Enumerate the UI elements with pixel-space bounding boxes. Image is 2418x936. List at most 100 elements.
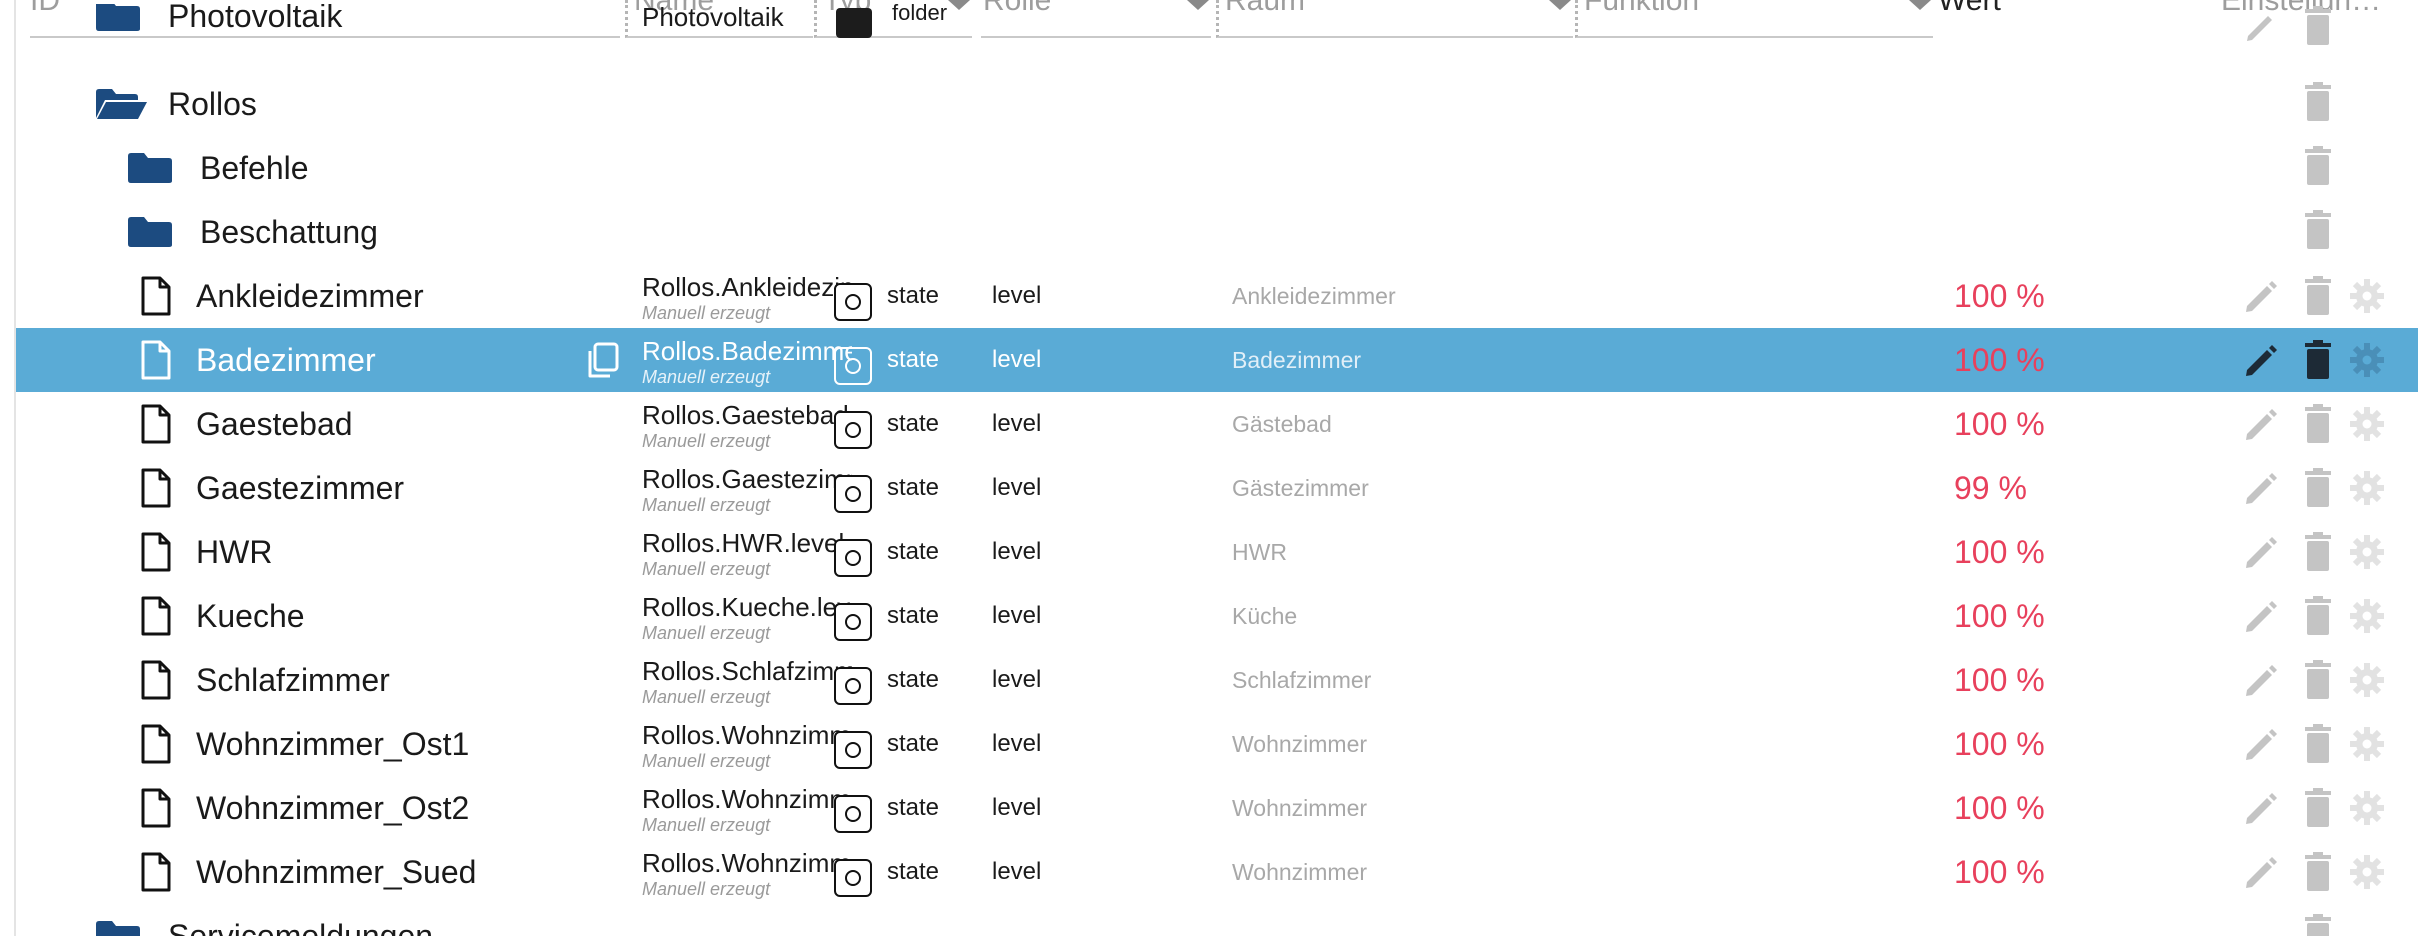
edit-icon[interactable] [2242, 342, 2280, 380]
object-value[interactable]: 100 % [1954, 840, 2045, 904]
tree-label: Beschattung [200, 214, 378, 250]
state-row[interactable]: Ankleidezimmer Rollos.Ankleidezimmer.lev… [16, 264, 2418, 328]
object-name-cell: Rollos.Ankleidezimmer.level Manuell erze… [642, 264, 852, 328]
edit-icon[interactable] [2242, 598, 2280, 636]
edit-icon[interactable] [2242, 278, 2280, 316]
object-value[interactable]: 99 % [1954, 456, 2027, 520]
object-role: level [992, 282, 1042, 309]
tree-row-rollos[interactable]: Rollos [16, 72, 2418, 136]
edit-icon[interactable] [2242, 406, 2280, 444]
state-row[interactable]: Wohnzimmer_Sued Rollos.Wohnzimmer_Sued.l… [16, 840, 2418, 904]
object-value[interactable]: 100 % [1954, 264, 2045, 328]
edit-icon[interactable] [2242, 726, 2280, 764]
object-value[interactable]: 100 % [1954, 520, 2045, 584]
edit-icon[interactable] [2242, 8, 2280, 46]
tree-label: Ankleidezimmer [196, 278, 424, 314]
state-row[interactable]: Schlafzimmer Rollos.Schlafzimmer.level M… [16, 648, 2418, 712]
object-room: Küche [1232, 603, 1298, 629]
file-icon [141, 404, 171, 444]
trash-icon[interactable] [2304, 146, 2332, 186]
tree-row-photovoltaik[interactable]: Photovoltaik Photovoltaik folder [16, 4, 2418, 56]
gear-icon[interactable] [2348, 533, 2386, 571]
object-value[interactable]: 100 % [1954, 776, 2045, 840]
trash-icon[interactable] [2304, 724, 2332, 764]
object-role: level [992, 410, 1042, 437]
folder-icon [96, 4, 140, 31]
object-name-cell: Rollos.HWR.level Manuell erzeugt [642, 520, 852, 584]
tree-row-befehle[interactable]: Befehle [16, 136, 2418, 200]
object-name: Photovoltaik [642, 4, 784, 32]
gear-icon[interactable] [2348, 341, 2386, 379]
file-icon [141, 724, 171, 764]
state-type-icon [834, 859, 872, 897]
state-row[interactable]: Kueche Rollos.Kueche.level Manuell erzeu… [16, 584, 2418, 648]
object-value[interactable]: 100 % [1954, 392, 2045, 456]
folder-open-icon [96, 89, 147, 119]
object-room: Badezimmer [1232, 347, 1362, 373]
state-row[interactable]: Wohnzimmer_Ost2 Rollos.Wohnzimmer_Ost2.l… [16, 776, 2418, 840]
object-value[interactable]: 100 % [1954, 648, 2045, 712]
state-row[interactable]: Gaestezimmer Rollos.Gaestezimmer.level M… [16, 456, 2418, 520]
trash-icon[interactable] [2304, 788, 2332, 828]
object-type: state [887, 282, 940, 309]
object-type: state [887, 666, 940, 693]
trash-icon[interactable] [2304, 660, 2332, 700]
trash-icon[interactable] [2304, 210, 2332, 250]
edit-icon[interactable] [2242, 470, 2280, 508]
tree-label: Befehle [200, 150, 309, 186]
copy-icon[interactable] [584, 342, 620, 385]
object-value[interactable]: 100 % [1954, 712, 2045, 776]
object-role: level [992, 346, 1042, 373]
object-value[interactable]: 100 % [1954, 328, 2045, 392]
object-source: Manuell erzeugt [642, 623, 771, 643]
trash-icon[interactable] [2304, 468, 2332, 508]
edit-icon[interactable] [2242, 662, 2280, 700]
gear-icon[interactable] [2348, 853, 2386, 891]
object-role: level [992, 858, 1042, 885]
gear-icon[interactable] [2348, 405, 2386, 443]
state-type-icon [834, 475, 872, 513]
state-row[interactable]: Badezimmer Rollos.Badezimmer.level Manue… [16, 328, 2418, 392]
trash-icon[interactable] [2304, 340, 2332, 380]
gear-icon[interactable] [2348, 789, 2386, 827]
edit-icon[interactable] [2242, 854, 2280, 892]
object-source: Manuell erzeugt [642, 367, 771, 387]
object-name: Rollos.Gaestebad.level [642, 400, 852, 430]
trash-icon[interactable] [2304, 852, 2332, 892]
tree-row-beschattung[interactable]: Beschattung [16, 200, 2418, 264]
object-role: level [992, 538, 1042, 565]
state-row[interactable]: Wohnzimmer_Ost1 Rollos.Wohnzimmer_Ost1.l… [16, 712, 2418, 776]
edit-icon[interactable] [2242, 790, 2280, 828]
tree-row-servicemeldungen[interactable]: Servicemeldungen [16, 904, 2418, 936]
trash-icon[interactable] [2304, 404, 2332, 444]
state-row[interactable]: HWR Rollos.HWR.level Manuell erzeugt sta… [16, 520, 2418, 584]
object-role: level [992, 794, 1042, 821]
tree-label: Wohnzimmer_Sued [196, 854, 477, 890]
object-role: level [992, 474, 1042, 501]
gear-icon[interactable] [2348, 469, 2386, 507]
folder-icon [96, 921, 140, 936]
file-icon [141, 596, 171, 636]
gear-icon[interactable] [2348, 597, 2386, 635]
object-name: Rollos.HWR.level [642, 528, 845, 558]
trash-icon[interactable] [2304, 532, 2332, 572]
object-source: Manuell erzeugt [642, 751, 771, 771]
trash-icon[interactable] [2304, 596, 2332, 636]
object-room: Gästebad [1232, 411, 1332, 437]
object-source: Manuell erzeugt [642, 559, 771, 579]
object-type: state [887, 410, 940, 437]
gear-icon[interactable] [2348, 725, 2386, 763]
object-room: Gästezimmer [1232, 475, 1369, 501]
state-row[interactable]: Gaestebad Rollos.Gaestebad.level Manuell… [16, 392, 2418, 456]
state-type-icon [834, 283, 872, 321]
object-value[interactable]: 100 % [1954, 584, 2045, 648]
trash-icon[interactable] [2304, 914, 2332, 936]
trash-icon[interactable] [2304, 6, 2332, 46]
tree-label: Wohnzimmer_Ost1 [196, 726, 470, 762]
edit-icon[interactable] [2242, 534, 2280, 572]
gear-icon[interactable] [2348, 661, 2386, 699]
trash-icon[interactable] [2304, 276, 2332, 316]
trash-icon[interactable] [2304, 82, 2332, 122]
object-name: Rollos.Wohnzimmer_Sued.level [642, 848, 852, 878]
gear-icon[interactable] [2348, 277, 2386, 315]
